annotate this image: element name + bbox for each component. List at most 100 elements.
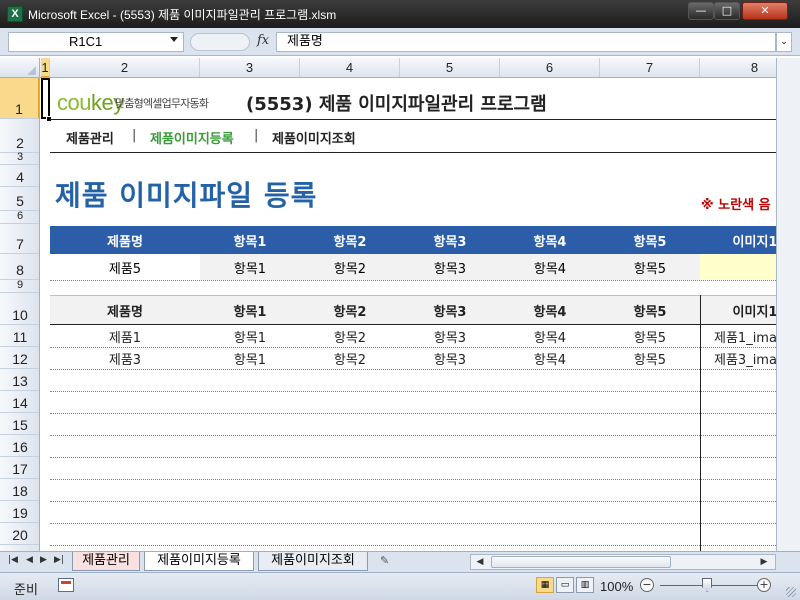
column-header[interactable]: 4 xyxy=(300,58,400,77)
item4-input[interactable]: 항목4 xyxy=(500,254,600,280)
row-header[interactable]: 3 xyxy=(0,151,39,165)
form-header-cell: 항목1 xyxy=(233,234,267,250)
zoom-out-button[interactable]: − xyxy=(640,578,654,592)
zoom-level[interactable]: 100% xyxy=(600,579,633,594)
table-cell[interactable]: 항목1 xyxy=(200,347,300,369)
horizontal-scroll-thumb[interactable] xyxy=(491,556,671,568)
table-cell[interactable]: 항목3 xyxy=(400,347,500,369)
excel-app-icon[interactable]: X xyxy=(7,6,23,22)
table-cell[interactable]: 항목4 xyxy=(500,325,600,347)
maximize-button[interactable]: □ xyxy=(714,2,740,20)
horizontal-scrollbar[interactable]: ◀ ▶ xyxy=(470,554,776,570)
row-header[interactable]: 7 xyxy=(0,224,39,254)
page-break-view-button[interactable]: ▥ xyxy=(576,577,594,593)
table-row[interactable]: 제품3 항목1 항목2 항목3 항목4 항목5 제품3_image xyxy=(50,347,776,369)
zoom-in-button[interactable]: + xyxy=(757,578,771,592)
row-header[interactable]: 13 xyxy=(0,369,39,391)
column-header[interactable]: 6 xyxy=(500,58,600,77)
nav-image-register[interactable]: 제품이미지등록 xyxy=(150,128,234,147)
form-header-cell: 항목2 xyxy=(333,234,367,250)
table-cell[interactable]: 항목3 xyxy=(400,325,500,347)
row-header[interactable]: 20 xyxy=(0,523,39,545)
formula-buttons[interactable] xyxy=(190,33,250,51)
page-layout-view-button[interactable]: ▭ xyxy=(556,577,574,593)
row-header[interactable]: 5 xyxy=(0,187,39,211)
row-header[interactable]: 6 xyxy=(0,210,39,224)
row-header[interactable]: 10 xyxy=(0,293,39,325)
column-header[interactable]: 1 xyxy=(41,58,50,77)
item1-input[interactable]: 항목1 xyxy=(200,254,300,280)
item5-input[interactable]: 항목5 xyxy=(600,254,700,280)
row-header[interactable]: 1 xyxy=(0,78,39,119)
form-header-cell: 이미지1 xyxy=(732,234,776,250)
last-sheet-icon[interactable]: ▶| xyxy=(54,555,64,565)
product-name-input[interactable]: 제품5 xyxy=(50,254,200,280)
notice-text: ※ 노란색 음 xyxy=(701,198,771,213)
row-header[interactable]: 2 xyxy=(0,119,39,153)
row-header[interactable]: 15 xyxy=(0,413,39,435)
row-header[interactable]: 9 xyxy=(0,279,39,293)
tab-image-register[interactable]: 제품이미지등록 xyxy=(144,552,254,571)
row-divider xyxy=(50,435,776,436)
row-header[interactable]: 18 xyxy=(0,479,39,501)
row-header[interactable]: 19 xyxy=(0,501,39,523)
column-header[interactable]: 3 xyxy=(200,58,300,77)
next-sheet-icon[interactable]: ▶ xyxy=(40,555,47,565)
row-header[interactable]: 14 xyxy=(0,391,39,413)
row-header[interactable]: 12 xyxy=(0,347,39,369)
row-header[interactable]: 11 xyxy=(0,325,39,347)
table-cell[interactable]: 제품1_image xyxy=(710,325,776,347)
resize-grip-icon[interactable] xyxy=(786,587,796,597)
worksheet-grid[interactable]: coukey 맞춤형엑셀업무자동화 (5553) 제품 이미지파일관리 프로그램… xyxy=(41,78,776,551)
name-box[interactable]: R1C1 xyxy=(8,32,184,52)
row-divider xyxy=(50,369,776,370)
select-all-button[interactable] xyxy=(0,58,40,77)
image-column-divider xyxy=(700,295,701,551)
table-cell[interactable]: 항목5 xyxy=(600,325,700,347)
active-cell[interactable] xyxy=(41,78,50,119)
table-row[interactable]: 제품1 항목1 항목2 항목3 항목4 항목5 제품1_image xyxy=(50,325,776,347)
row-divider xyxy=(50,347,776,348)
item3-input[interactable]: 항목3 xyxy=(400,254,500,280)
table-cell[interactable]: 항목2 xyxy=(300,325,400,347)
first-sheet-icon[interactable]: |◀ xyxy=(8,555,18,565)
nav-product-management[interactable]: 제품관리 xyxy=(66,128,114,147)
row-header[interactable]: 8 xyxy=(0,254,39,280)
normal-view-button[interactable]: ▦ xyxy=(536,577,554,593)
table-cell[interactable]: 항목2 xyxy=(300,347,400,369)
formula-expand-icon[interactable]: ⌄ xyxy=(776,32,792,52)
row-headers: 1 2 3 4 5 6 7 8 9 10 11 12 13 14 15 16 1… xyxy=(0,78,40,551)
minimize-button[interactable]: — xyxy=(688,2,714,20)
table-cell[interactable]: 제품3_image xyxy=(710,347,776,369)
zoom-slider-thumb[interactable] xyxy=(702,578,712,592)
tab-product-management[interactable]: 제품관리 xyxy=(72,552,140,571)
table-cell[interactable]: 제품3 xyxy=(50,347,200,369)
table-cell[interactable]: 제품1 xyxy=(50,325,200,347)
scroll-right-icon[interactable]: ▶ xyxy=(757,555,771,569)
column-header[interactable]: 5 xyxy=(400,58,500,77)
column-header[interactable]: 7 xyxy=(600,58,700,77)
nav-image-search[interactable]: 제품이미지조회 xyxy=(272,128,356,147)
formula-input[interactable]: 제품명 xyxy=(276,32,776,52)
column-header[interactable]: 8 xyxy=(700,58,776,77)
vertical-scrollbar[interactable] xyxy=(776,58,800,551)
row-divider xyxy=(50,479,776,480)
row-header[interactable]: 17 xyxy=(0,457,39,479)
list-header-cell: 항목1 xyxy=(233,304,267,320)
table-cell[interactable]: 항목1 xyxy=(200,325,300,347)
insert-sheet-icon[interactable]: ✎ xyxy=(380,554,398,569)
item2-input[interactable]: 항목2 xyxy=(300,254,400,280)
row-header[interactable]: 16 xyxy=(0,435,39,457)
tab-image-search[interactable]: 제품이미지조회 xyxy=(258,552,368,571)
close-button[interactable]: ✕ xyxy=(742,2,788,20)
table-cell[interactable]: 항목4 xyxy=(500,347,600,369)
table-cell[interactable]: 항목5 xyxy=(600,347,700,369)
macro-record-icon[interactable] xyxy=(58,578,74,592)
column-header[interactable]: 2 xyxy=(50,58,200,77)
scroll-left-icon[interactable]: ◀ xyxy=(473,555,487,569)
row-header[interactable]: 4 xyxy=(0,165,39,187)
insert-function-icon[interactable]: fx xyxy=(257,33,269,48)
prev-sheet-icon[interactable]: ◀ xyxy=(26,555,33,565)
name-box-dropdown-icon[interactable] xyxy=(170,37,178,42)
image1-input[interactable] xyxy=(700,254,776,280)
